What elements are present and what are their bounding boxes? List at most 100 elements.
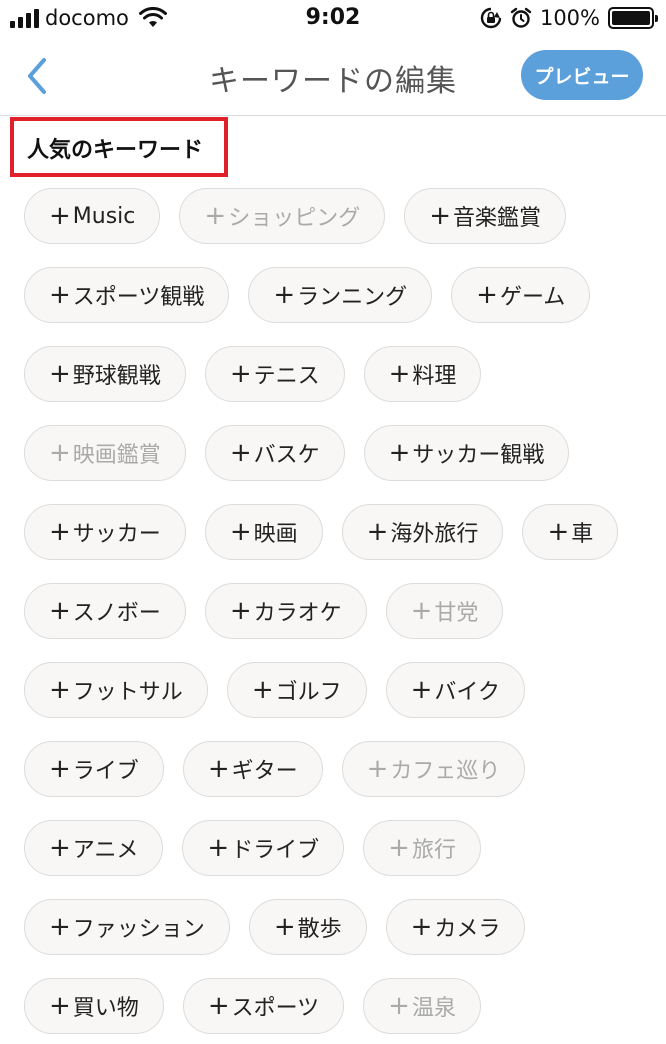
keyword-chip[interactable]: + バスケ	[204, 425, 345, 481]
plus-icon: +	[410, 912, 433, 942]
keyword-chip[interactable]: + スポーツ	[182, 978, 345, 1034]
keyword-chip[interactable]: + カラオケ	[204, 583, 367, 639]
plus-icon: +	[49, 991, 71, 1021]
keyword-chip[interactable]: + ランニング	[248, 267, 433, 323]
plus-icon: +	[366, 754, 389, 784]
keyword-chip[interactable]: + 旅行	[363, 820, 481, 876]
keyword-label: サッカー	[72, 522, 161, 547]
plus-icon: +	[49, 438, 71, 468]
keyword-chip[interactable]: + テニス	[204, 346, 345, 402]
plus-icon: +	[273, 912, 296, 942]
keyword-label: ファッション	[72, 917, 205, 942]
plus-icon: +	[229, 517, 252, 547]
keyword-label: Music	[72, 203, 136, 229]
plus-icon: +	[207, 833, 230, 863]
keyword-label: カフェ巡り	[390, 759, 501, 784]
keyword-chip[interactable]: + ゴルフ	[226, 662, 367, 718]
status-bar: docomo 9:02 100%	[0, 0, 666, 38]
keyword-chip[interactable]: + 甘党	[385, 583, 504, 639]
keyword-chip[interactable]: + 野球観戦	[24, 346, 186, 402]
keyword-chip[interactable]: + カフェ巡り	[341, 741, 526, 797]
keyword-chip[interactable]: + ドライブ	[182, 820, 345, 876]
keyword-label: 映画鑑賞	[72, 443, 161, 468]
plus-icon: +	[429, 201, 452, 231]
plus-icon: +	[229, 438, 252, 468]
keyword-chip[interactable]: + スノボー	[24, 583, 186, 639]
keyword-label: アニメ	[72, 838, 139, 863]
keyword-label: サッカー観戦	[412, 443, 545, 468]
section-title: 人気のキーワード	[27, 138, 204, 163]
keyword-chip[interactable]: + 映画	[204, 504, 323, 560]
keyword-label: ゴルフ	[275, 680, 342, 705]
keyword-label: 海外旅行	[390, 522, 479, 547]
plus-icon: +	[207, 754, 230, 784]
plus-icon: +	[49, 596, 71, 626]
plus-icon: +	[547, 517, 570, 547]
plus-icon: +	[251, 675, 274, 705]
plus-icon: +	[49, 280, 71, 310]
keyword-label: スポーツ観戦	[72, 285, 205, 310]
keyword-label: 散歩	[297, 917, 342, 942]
keyword-chip[interactable]: + ショッピング	[179, 188, 386, 244]
plus-icon: +	[229, 359, 252, 389]
plus-icon: +	[49, 201, 71, 231]
keyword-chip[interactable]: + フットサル	[24, 662, 208, 718]
plus-icon: +	[49, 833, 71, 863]
battery-icon	[608, 7, 658, 29]
plus-icon: +	[388, 359, 411, 389]
keyword-label: 買い物	[72, 996, 139, 1021]
plus-icon: +	[273, 280, 296, 310]
keyword-label: フットサル	[72, 680, 183, 705]
keyword-chip[interactable]: + アニメ	[24, 820, 164, 876]
status-right: 100%	[480, 6, 658, 30]
keyword-chip[interactable]: + サッカー観戦	[363, 425, 570, 481]
keyword-chip[interactable]: + 料理	[363, 346, 482, 402]
preview-button[interactable]: プレビュー	[521, 50, 643, 100]
keyword-label: バスケ	[253, 443, 320, 468]
section-title-highlight: 人気のキーワード	[10, 117, 228, 177]
keyword-label: バイク	[434, 680, 500, 705]
keyword-label: 温泉	[411, 996, 456, 1021]
keyword-chip[interactable]: + カメラ	[385, 899, 526, 955]
keyword-chip[interactable]: + 映画鑑賞	[24, 425, 186, 481]
keyword-label: スノボー	[72, 601, 161, 626]
keyword-chip[interactable]: + 買い物	[24, 978, 164, 1034]
keyword-label: 旅行	[411, 838, 456, 863]
keyword-label: カラオケ	[253, 601, 342, 626]
plus-icon: +	[229, 596, 252, 626]
keyword-label: ゲーム	[499, 285, 566, 310]
keyword-chip[interactable]: + 散歩	[248, 899, 367, 955]
keyword-label: 料理	[412, 364, 457, 389]
keyword-chip[interactable]: + 温泉	[363, 978, 481, 1034]
plus-icon: +	[388, 438, 411, 468]
keyword-label: ライブ	[72, 759, 139, 784]
keyword-chip-list: + Music + ショッピング + 音楽鑑賞 + スポーツ観戦 + ランニング + ゲーム + 野球観戦…	[24, 188, 654, 1034]
keyword-chip[interactable]: + ゲーム	[451, 267, 591, 323]
nav-bar: キーワードの編集 プレビュー	[0, 38, 666, 116]
plus-icon: +	[204, 201, 227, 231]
keyword-chip[interactable]: + Music	[24, 188, 161, 244]
keyword-label: 映画	[253, 522, 298, 547]
keyword-chip[interactable]: + ギター	[182, 741, 323, 797]
keyword-chip[interactable]: + ファッション	[24, 899, 230, 955]
plus-icon: +	[410, 596, 433, 626]
keyword-label: ランニング	[297, 285, 408, 310]
keyword-chip[interactable]: + スポーツ観戦	[24, 267, 230, 323]
plus-icon: +	[49, 912, 71, 942]
plus-icon: +	[207, 991, 230, 1021]
plus-icon: +	[49, 754, 71, 784]
plus-icon: +	[49, 517, 71, 547]
keyword-chip[interactable]: + ライブ	[24, 741, 164, 797]
keyword-chip[interactable]: + 車	[522, 504, 619, 560]
plus-icon: +	[49, 675, 71, 705]
keyword-label: ドライブ	[231, 838, 320, 863]
alarm-icon	[510, 7, 532, 28]
keyword-label: カメラ	[434, 917, 501, 942]
keyword-label: テニス	[253, 364, 320, 389]
keyword-chip[interactable]: + バイク	[385, 662, 525, 718]
keyword-chip[interactable]: + 海外旅行	[341, 504, 504, 560]
keyword-label: 車	[571, 522, 594, 547]
keyword-chip[interactable]: + サッカー	[24, 504, 186, 560]
keyword-label: 音楽鑑賞	[453, 206, 542, 231]
keyword-chip[interactable]: + 音楽鑑賞	[404, 188, 567, 244]
